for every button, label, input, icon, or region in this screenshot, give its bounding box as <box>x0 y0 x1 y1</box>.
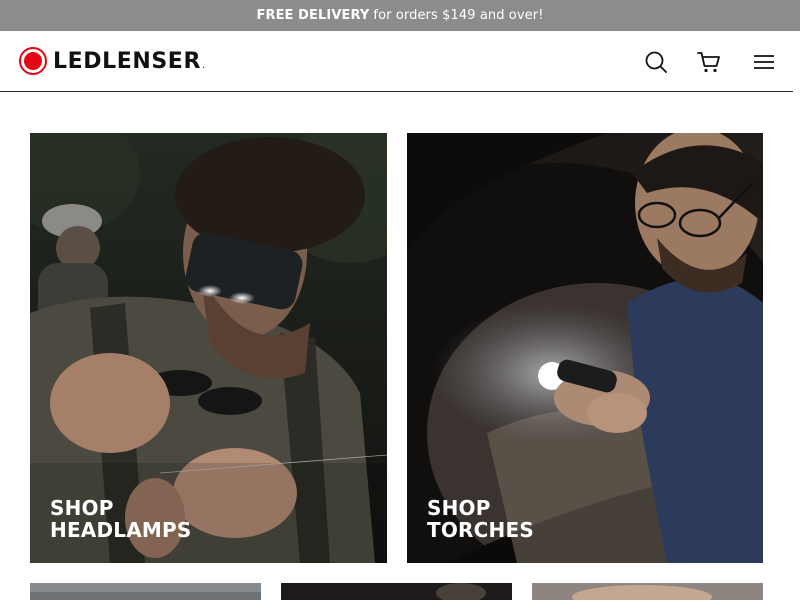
brand-logo[interactable]: LEDLENSER . <box>19 47 205 75</box>
shop-torches-line2: TORCHES <box>427 518 534 542</box>
logo-suffix: . <box>201 59 206 71</box>
search-icon[interactable] <box>643 49 669 75</box>
shop-headlamps-line2: HEADLAMPS <box>50 518 192 542</box>
tile-3-photo <box>30 583 261 600</box>
collection-tile-4[interactable] <box>281 583 512 600</box>
cart-icon[interactable] <box>696 49 722 75</box>
shop-headlamps-line1: SHOP <box>50 496 114 520</box>
shop-headlamps-tile[interactable]: SHOP HEADLAMPS <box>30 133 387 563</box>
shop-torches-label: SHOP TORCHES <box>427 497 534 541</box>
logo-mark-icon <box>19 47 47 75</box>
announcement-highlight: FREE DELIVERY <box>256 8 370 23</box>
tile-5-photo <box>532 583 763 600</box>
announcement-text: for orders $149 and over! <box>373 8 544 23</box>
shop-torches-tile[interactable]: SHOP TORCHES <box>407 133 763 563</box>
announcement-bar: FREE DELIVERY for orders $149 and over! <box>0 0 800 31</box>
collection-tile-3[interactable] <box>30 583 261 600</box>
site-header: LEDLENSER . <box>0 31 793 92</box>
collection-tile-5[interactable] <box>532 583 763 600</box>
shop-torches-line1: SHOP <box>427 496 491 520</box>
shop-headlamps-label: SHOP HEADLAMPS <box>50 497 191 541</box>
tile-4-photo <box>281 583 512 600</box>
logo-text: LEDLENSER <box>53 48 201 74</box>
menu-icon[interactable] <box>751 49 777 75</box>
